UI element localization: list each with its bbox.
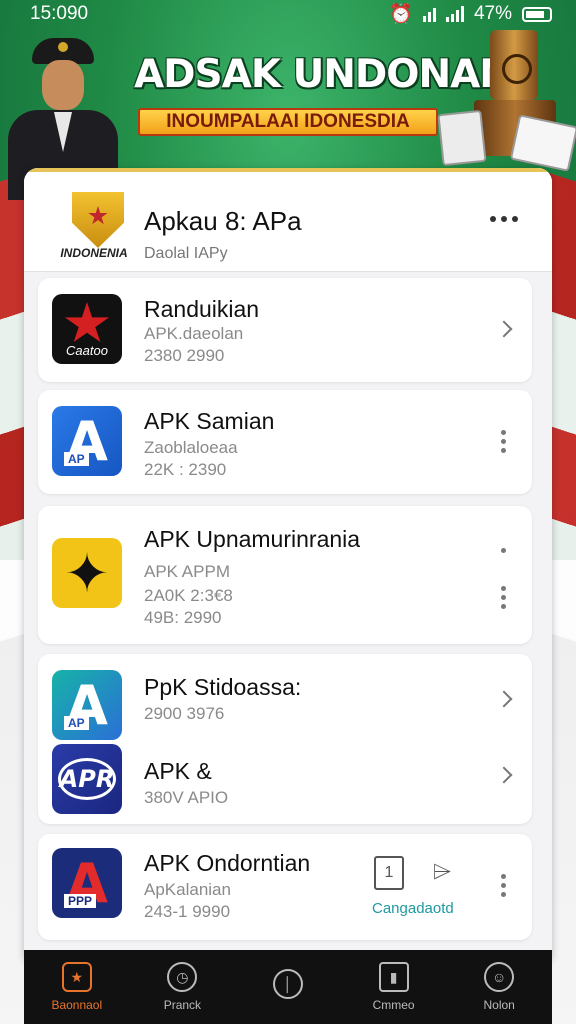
chevron-right-icon[interactable] <box>494 316 514 342</box>
app-title: Randuikian <box>144 296 260 322</box>
header-subtitle: Daolal IAPy <box>144 245 228 262</box>
user-icon: ☺ <box>484 962 515 992</box>
gauge-icon: │ <box>272 969 303 999</box>
app-title: APK Ondorntian <box>144 850 311 876</box>
nav-item-gauge[interactable]: │ <box>243 950 333 1024</box>
app-card-3[interactable]: ✦ APK Upnamurinrania APK APPM 2A0K 2:3€8… <box>38 506 532 644</box>
battery-percent: 47% <box>473 3 512 24</box>
app-list-panel: INDONENIA Apkau 8: APa Daolal IAPy Caato… <box>24 168 552 958</box>
more-vertical-icon[interactable] <box>497 870 510 901</box>
app-meta: 2A0K 2:3€8 <box>144 586 233 605</box>
app-icon: APR <box>52 744 122 814</box>
header-title: Apkau 8: APa <box>144 206 302 236</box>
app-title: APK Samian <box>144 408 275 434</box>
more-vertical-icon[interactable] <box>497 426 510 457</box>
app-card-1[interactable]: Caatoo Randuikian APK.daeolan 2380 2990 <box>38 278 532 382</box>
alarm-icon: ⏰ <box>389 4 413 25</box>
star-icon: ★ <box>61 962 92 992</box>
app-meta: 243-1 9990 <box>144 902 231 921</box>
nav-item-home[interactable]: ★ Baonnaol <box>32 950 122 1024</box>
pin-icon[interactable]: ⌲ <box>428 858 456 886</box>
wifi-signal-icon <box>422 6 436 22</box>
more-options-icon[interactable] <box>484 210 524 228</box>
star-icon <box>64 302 110 343</box>
status-icons: ⏰ 47% <box>389 2 552 26</box>
app-card-6[interactable]: A PPP APK Ondorntian ApKalanian 243-1 99… <box>38 834 532 940</box>
app-subtitle: APK.daeolan <box>144 324 244 343</box>
app-subtitle: Zaoblaloeaa <box>144 438 238 457</box>
shield-icon <box>72 192 124 248</box>
app-icon: ✦ <box>52 538 122 608</box>
nav-item-profile[interactable]: ☺ Nolon <box>454 950 544 1024</box>
panel-header: INDONENIA Apkau 8: APa Daolal IAPy <box>24 168 552 272</box>
cell-signal-icon <box>445 6 464 22</box>
app-card-group: A AP PpK Stidoassa: 2900 3976 APR APK & … <box>38 654 532 824</box>
clock-icon: ◷ <box>167 962 198 992</box>
download-action-label[interactable]: Cangadaotd <box>372 900 454 917</box>
app-icon: A AP <box>52 406 122 476</box>
app-meta: 22K : 2390 <box>144 460 227 479</box>
app-title: APK & <box>144 758 212 784</box>
app-meta: 380V APIO <box>144 788 229 807</box>
emblem-logo: INDONENIA <box>46 188 138 268</box>
download-icon[interactable]: 1 <box>374 856 404 890</box>
nav-item-track[interactable]: ◷ Pranck <box>137 950 227 1024</box>
app-icon: A AP <box>52 670 122 740</box>
chevron-right-icon[interactable] <box>494 762 514 788</box>
hero-title: ADSAK UNDONAN <box>134 52 512 97</box>
app-title: PpK Stidoassa: <box>144 674 302 700</box>
more-vertical-icon[interactable] <box>497 544 510 557</box>
chevron-right-icon[interactable] <box>494 686 514 712</box>
app-title: APK Upnamurinrania <box>144 526 361 552</box>
battery-icon <box>522 6 552 22</box>
app-card-2[interactable]: A AP APK Samian Zaoblaloeaa 22K : 2390 <box>38 390 532 494</box>
more-vertical-icon-2[interactable] <box>497 582 510 613</box>
app-icon: A PPP <box>52 848 122 918</box>
nav-item-stats[interactable]: ▮ Cmmeo <box>349 950 439 1024</box>
chart-icon: ▮ <box>378 962 409 992</box>
bottom-navigation: ★ Baonnaol ◷ Pranck │ ▮ Cmmeo ☺ Nolon <box>24 950 552 1024</box>
app-subtitle: APK APPM <box>144 562 230 581</box>
app-meta: 2900 3976 <box>144 704 225 723</box>
app-subtitle: ApKalanian <box>144 880 231 899</box>
status-time: 15:090 <box>30 3 89 24</box>
app-meta: 2380 2990 <box>144 346 225 365</box>
card-illustration <box>437 109 487 167</box>
app-icon: Caatoo <box>52 294 122 364</box>
app-meta-2: 49B: 2990 <box>144 608 222 627</box>
hero-subtitle: INOUMPALAAI IDONESDIA <box>138 108 438 136</box>
